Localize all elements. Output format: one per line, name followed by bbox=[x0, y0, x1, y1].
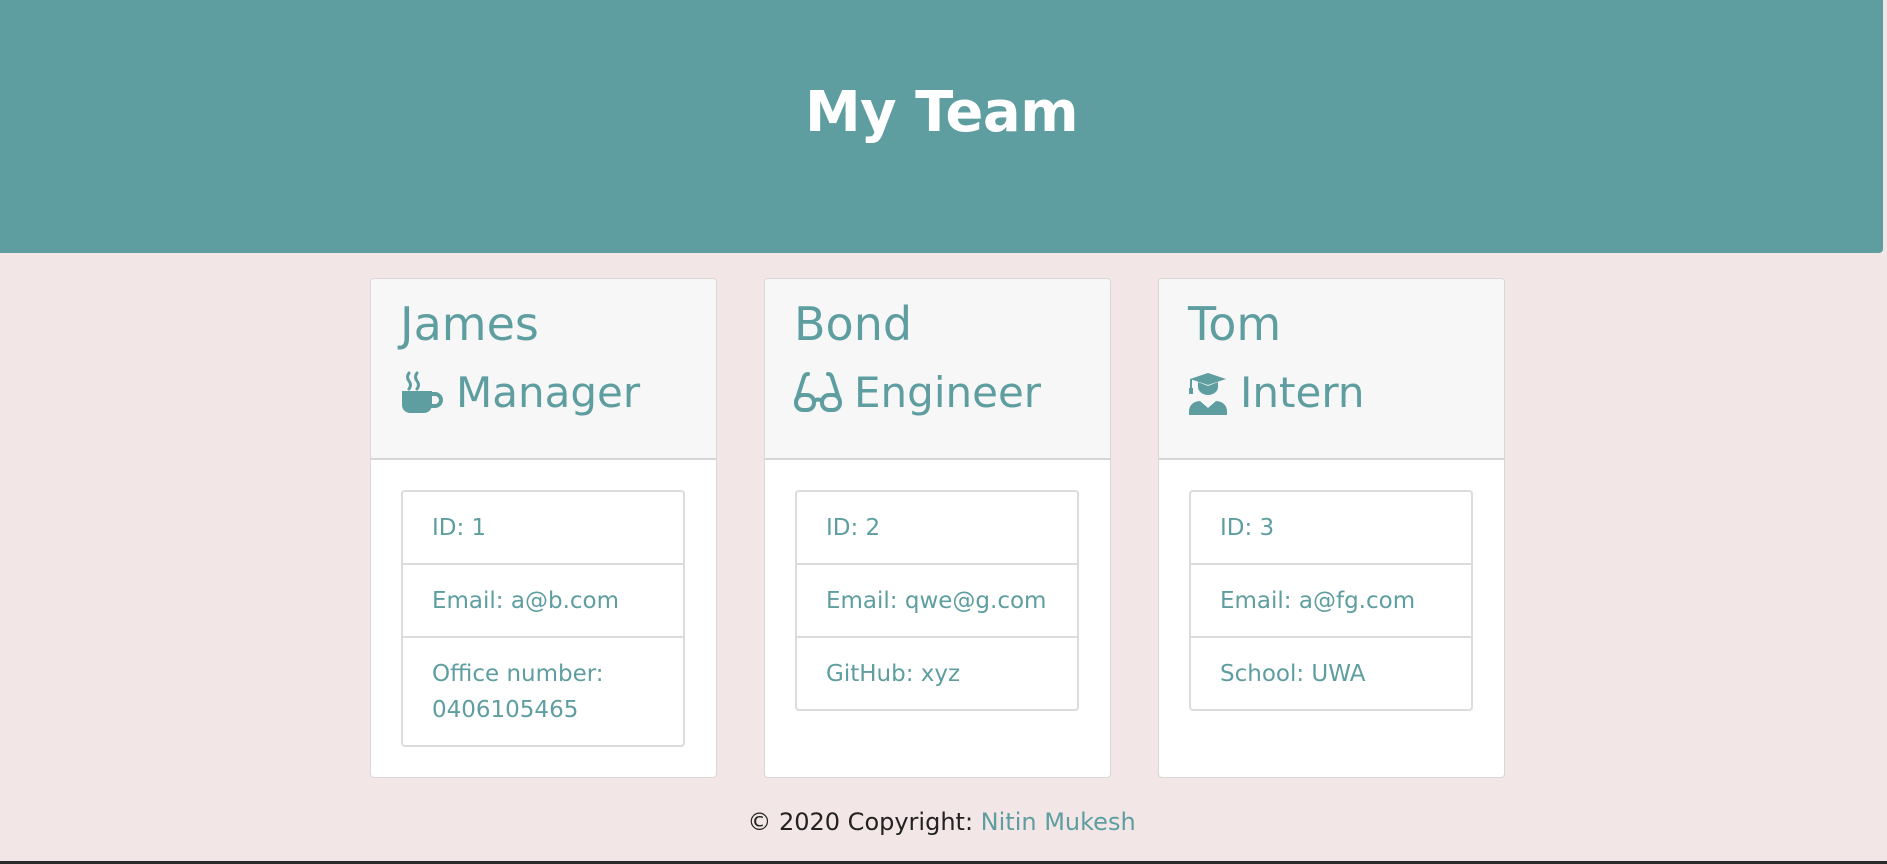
page-title: My Team bbox=[804, 80, 1079, 145]
graduate-icon bbox=[1188, 371, 1228, 415]
role-label: Manager bbox=[456, 368, 641, 417]
card-body: ID: 1 Email: a@b.com Office number: 0406… bbox=[371, 460, 716, 747]
details-list: ID: 3 Email: a@fg.com School: UWA bbox=[1189, 490, 1473, 711]
team-cards: James Manager ID: 1 Email: a@b.com Offic… bbox=[370, 278, 1505, 778]
employee-card: Bond Engineer ID: 2 Email: qwe@g.com Git… bbox=[764, 278, 1111, 778]
employee-name: Bond bbox=[794, 297, 913, 351]
employee-name: Tom bbox=[1188, 297, 1282, 351]
card-header: Bond Engineer bbox=[765, 279, 1110, 460]
employee-role: Intern bbox=[1188, 371, 1504, 415]
card-body: ID: 2 Email: qwe@g.com GitHub: xyz bbox=[765, 460, 1110, 711]
role-label: Intern bbox=[1240, 368, 1365, 417]
employee-card: James Manager ID: 1 Email: a@b.com Offic… bbox=[370, 278, 717, 778]
detail-github: GitHub: xyz bbox=[826, 661, 961, 687]
detail-id: ID: 1 bbox=[403, 492, 683, 565]
details-list: ID: 2 Email: qwe@g.com GitHub: xyz bbox=[795, 490, 1079, 711]
copyright-text: © 2020 Copyright: bbox=[747, 808, 981, 836]
employee-role: Manager bbox=[400, 371, 716, 415]
detail-email: Email: qwe@g.com bbox=[797, 565, 1077, 638]
detail-email: Email: a@fg.com bbox=[1191, 565, 1471, 638]
page-header: My Team bbox=[0, 0, 1883, 253]
card-body: ID: 3 Email: a@fg.com School: UWA bbox=[1159, 460, 1504, 711]
coffee-mug-icon bbox=[400, 371, 444, 415]
employee-role: Engineer bbox=[794, 371, 1110, 415]
detail-id: ID: 2 bbox=[797, 492, 1077, 565]
glasses-icon bbox=[794, 371, 842, 415]
detail-office-number: Office number: 0406105465 bbox=[432, 661, 604, 723]
detail-email: Email: a@b.com bbox=[403, 565, 683, 638]
card-header: James Manager bbox=[371, 279, 716, 460]
employee-name: James bbox=[400, 297, 539, 351]
card-header: Tom Intern bbox=[1159, 279, 1504, 460]
detail-id: ID: 3 bbox=[1191, 492, 1471, 565]
footer: © 2020 Copyright: Nitin Mukesh bbox=[0, 808, 1883, 836]
employee-card: Tom Intern ID: 3 Email: a@fg.com School:… bbox=[1158, 278, 1505, 778]
role-label: Engineer bbox=[854, 368, 1042, 417]
author-link[interactable]: Nitin Mukesh bbox=[981, 808, 1136, 836]
detail-school: School: UWA bbox=[1220, 661, 1366, 687]
details-list: ID: 1 Email: a@b.com Office number: 0406… bbox=[401, 490, 685, 747]
